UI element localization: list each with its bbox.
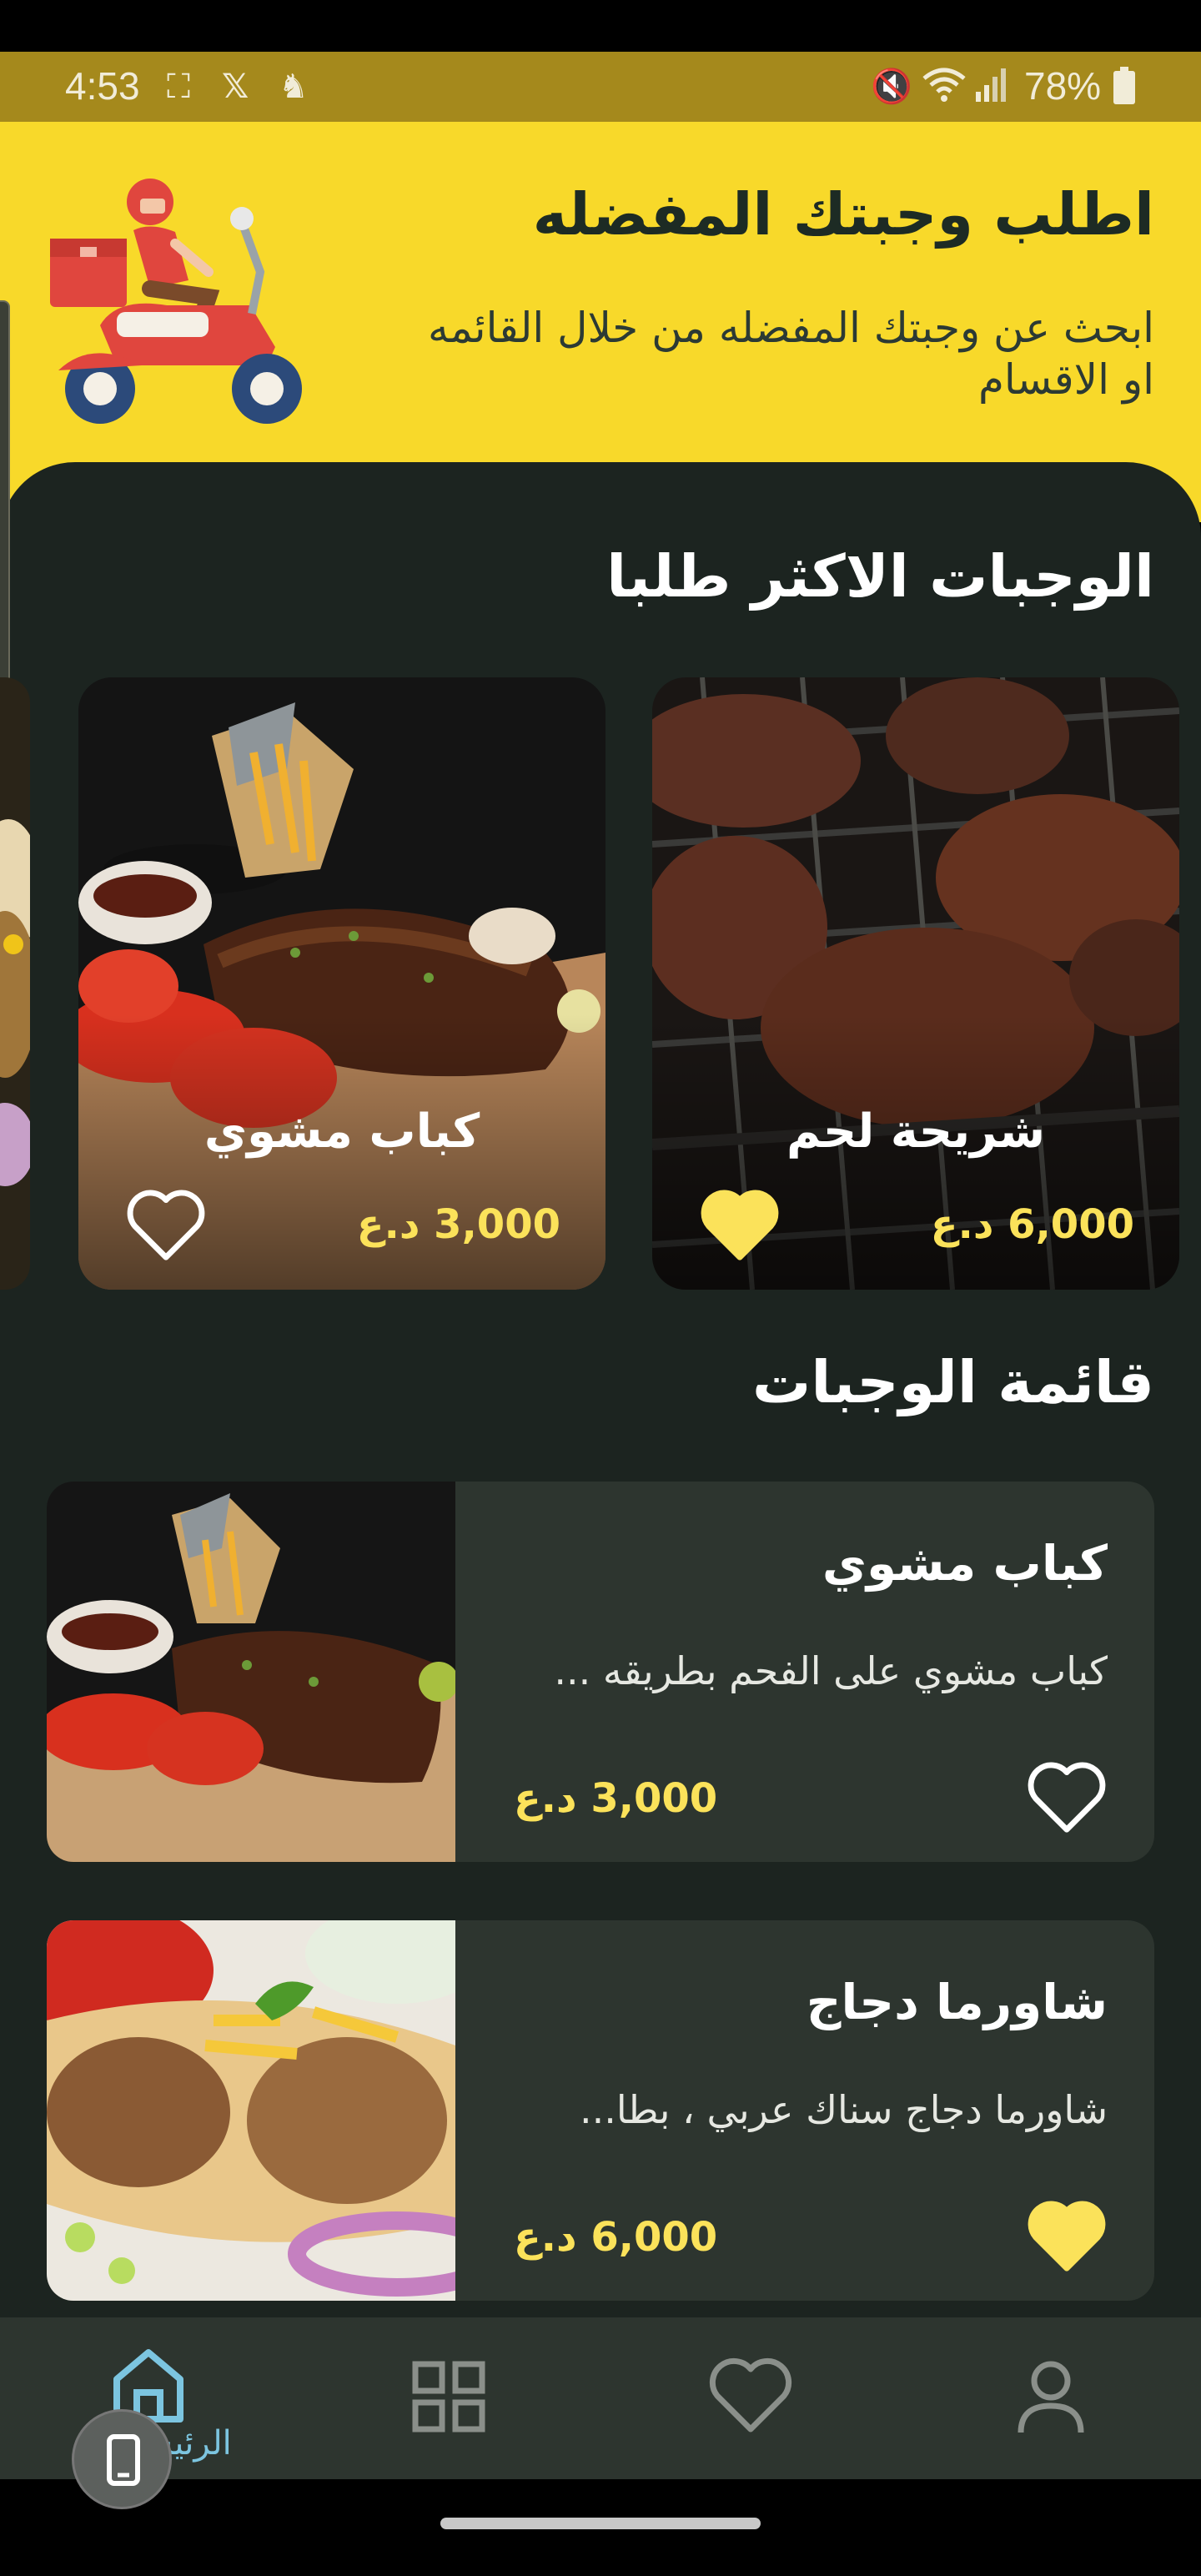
battery-icon: [1113, 67, 1136, 114]
phone-icon: [107, 2434, 140, 2486]
nav-favorites[interactable]: [701, 2342, 801, 2443]
screenshot-icon: ⛶: [167, 68, 190, 106]
nav-categories[interactable]: [400, 2342, 500, 2443]
menu-item-price: 6,000 د.ع: [514, 2214, 718, 2261]
menu-item-kebab[interactable]: كباب مشوي كباب مشوي على الفحم بطريقه ...…: [47, 1482, 1154, 1862]
header-subtitle: ابحث عن وجبتك المفضله من خلال القائمه او…: [427, 304, 1154, 404]
side-drawer-handle[interactable]: [0, 300, 10, 684]
grid-icon: [412, 2361, 485, 2433]
menu-item-shawarma[interactable]: شاورما دجاج شاورما دجاج سناك عربي ، بطا.…: [47, 1920, 1154, 2301]
shawarma-photo: [47, 1920, 455, 2301]
nav-profile[interactable]: [1001, 2342, 1101, 2443]
menu-item-description: شاورما دجاج سناك عربي ، بطا...: [580, 2087, 1108, 2132]
menu-item-name: شاورما دجاج: [806, 1974, 1108, 2030]
popular-section-title: الوجبات الاكثر طلبا: [606, 542, 1154, 611]
popular-item-price: 6,000 د.ع: [930, 1201, 1134, 1248]
kebab-photo: [47, 1482, 455, 1862]
menu-section-title: قائمة الوجبات: [752, 1348, 1154, 1416]
profile-icon: [1018, 2361, 1084, 2433]
bottom-navigation: الرئيسية: [0, 2317, 1201, 2479]
battery-percent: 78%: [1024, 64, 1102, 108]
favorite-heart-filled-icon[interactable]: [699, 1186, 781, 1263]
app-icon: ♞: [279, 68, 309, 106]
popular-item-name: شريحة لحم: [786, 1104, 1046, 1159]
delivery-scooter-illustration: [50, 179, 302, 424]
x-icon: 𝕏: [222, 68, 249, 106]
status-time: 4:53: [65, 64, 140, 108]
status-bar: 4:53 ⛶ 𝕏 ♞ 🔇 78%: [0, 52, 1201, 122]
menu-item-name: كباب مشوي: [822, 1535, 1108, 1592]
gesture-bar[interactable]: [440, 2518, 761, 2529]
popular-card-steak[interactable]: شريحة لحم 6,000 د.ع: [652, 677, 1179, 1290]
favorite-heart-filled-icon[interactable]: [1026, 2197, 1108, 2274]
floating-assist-button[interactable]: [72, 2409, 172, 2509]
heart-icon: [709, 2357, 792, 2433]
popular-card-partial[interactable]: [0, 677, 30, 1290]
signal-icon: [974, 67, 1008, 113]
popular-card-kebab[interactable]: كباب مشوي 3,000 د.ع: [78, 677, 606, 1290]
popular-item-price: 3,000 د.ع: [356, 1201, 560, 1248]
header-title: اطلب وجبتك المفضله: [532, 180, 1154, 249]
wifi-icon: [922, 67, 966, 113]
menu-item-description: كباب مشوي على الفحم بطريقه ...: [554, 1648, 1108, 1693]
partial-food-photo: [0, 677, 30, 1290]
mute-icon: 🔇: [871, 68, 912, 106]
menu-item-price: 3,000 د.ع: [514, 1775, 718, 1822]
popular-item-name: كباب مشوي: [204, 1104, 480, 1159]
favorite-heart-icon[interactable]: [125, 1186, 207, 1263]
favorite-heart-icon[interactable]: [1026, 1758, 1108, 1835]
